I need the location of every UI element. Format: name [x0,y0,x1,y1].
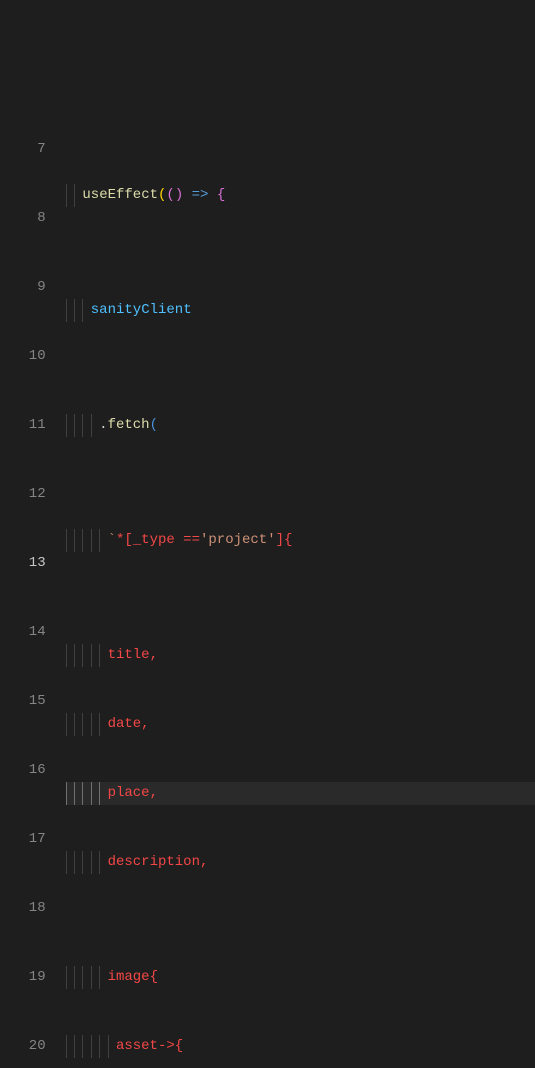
code-line: title, [66,644,535,667]
line-number: 8 [12,207,46,230]
line-number: 17 [12,828,46,851]
line-number-gutter: 7 8 9 10 11 12 13 14 15 16 17 18 19 20 2… [0,92,64,626]
query-text: place, [108,782,158,805]
id-sanityClient: sanityClient [91,299,192,322]
dot: . [99,414,107,437]
line-number: 11 [12,414,46,437]
code-line: date, [66,713,535,736]
backtick: ` [108,529,116,552]
paren: ( [150,414,158,437]
code-line: image{ [66,966,535,989]
line-number: 14 [12,621,46,644]
paren: ( [166,184,174,207]
fn-fetch: fetch [108,414,150,437]
query-text: description, [108,851,209,874]
string: 'project' [200,529,276,552]
line-number: 16 [12,759,46,782]
arrow: => [192,184,209,207]
query-text: title, [108,644,158,667]
code-line: sanityClient [66,299,535,322]
query-text: *[_type == [116,529,200,552]
code-line: `*[_type =='project']{ [66,529,535,552]
code-line: description, [66,851,535,874]
line-number: 7 [12,138,46,161]
code-line: asset->{ [66,1035,535,1058]
fn-useEffect: useEffect [82,184,158,207]
line-number: 19 [12,966,46,989]
query-text: image{ [108,966,158,989]
paren: ( [158,184,166,207]
code-line: useEffect(() => { [66,184,535,207]
code-area[interactable]: useEffect(() => { sanityClient .fetch( `… [64,92,535,626]
paren: ) [175,184,183,207]
line-number: 18 [12,897,46,920]
brace: { [217,184,225,207]
line-number: 12 [12,483,46,506]
line-number: 20 [12,1035,46,1058]
line-number: 9 [12,276,46,299]
line-number: 10 [12,345,46,368]
line-number: 13 [12,552,46,575]
query-text: ]{ [276,529,293,552]
query-text: date, [108,713,150,736]
code-line: place, [66,782,535,805]
code-line: .fetch( [66,414,535,437]
line-number: 15 [12,690,46,713]
code-editor[interactable]: 7 8 9 10 11 12 13 14 15 16 17 18 19 20 2… [0,92,535,626]
query-text: asset->{ [116,1035,183,1058]
